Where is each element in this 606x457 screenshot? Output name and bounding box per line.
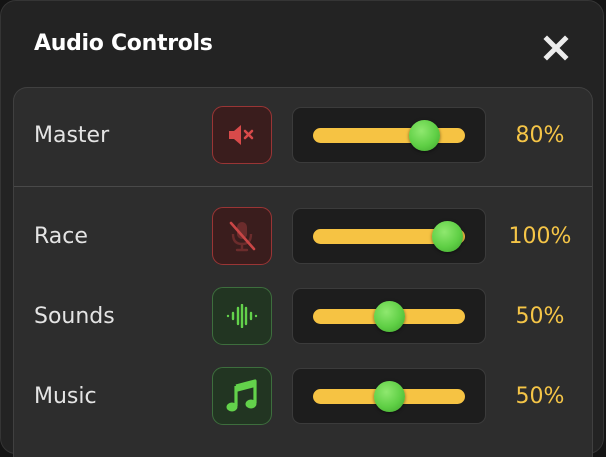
slider-track: [313, 221, 465, 252]
race-volume-slider[interactable]: [292, 208, 486, 264]
channel-label: Race: [34, 224, 88, 249]
race-mute-button[interactable]: [212, 207, 272, 265]
audio-controls-panel: Audio Controls Master 80% Race 100% Soun…: [0, 0, 604, 457]
channel-label: Master: [34, 123, 110, 148]
master-mute-button[interactable]: [212, 106, 272, 164]
microphone-muted-icon: [229, 221, 256, 252]
channel-label: Sounds: [34, 304, 115, 329]
channel-row-race: Race 100%: [14, 206, 592, 268]
slider-track: [313, 381, 465, 412]
close-button[interactable]: [540, 32, 572, 64]
panel-title: Audio Controls: [34, 31, 213, 56]
channel-percent: 50%: [515, 304, 565, 329]
slider-thumb[interactable]: [408, 120, 440, 151]
slider-track: [313, 301, 465, 332]
channel-row-master: Master 80%: [14, 105, 592, 167]
slider-thumb[interactable]: [374, 301, 405, 332]
music-note-icon: [226, 379, 257, 412]
channel-label: Music: [34, 384, 97, 409]
channel-percent: 80%: [515, 123, 565, 148]
slider-thumb[interactable]: [374, 381, 405, 412]
sounds-volume-slider[interactable]: [292, 288, 486, 344]
music-volume-slider[interactable]: [292, 368, 486, 424]
speaker-muted-icon: [229, 125, 254, 145]
sounds-mute-button[interactable]: [212, 287, 272, 345]
music-mute-button[interactable]: [212, 367, 272, 425]
slider-track: [313, 120, 465, 151]
master-volume-slider[interactable]: [292, 107, 486, 163]
slider-thumb[interactable]: [432, 221, 463, 252]
sound-wave-icon: [226, 304, 258, 328]
close-icon: [543, 35, 569, 61]
channels-list: Master 80% Race 100% Sounds 50% Music 50…: [13, 87, 593, 457]
channel-row-sounds: Sounds 50%: [14, 286, 592, 348]
section-divider: [14, 186, 592, 187]
channel-row-music: Music 50%: [14, 366, 592, 428]
channel-percent: 50%: [515, 384, 565, 409]
channel-percent: 100%: [508, 224, 572, 249]
